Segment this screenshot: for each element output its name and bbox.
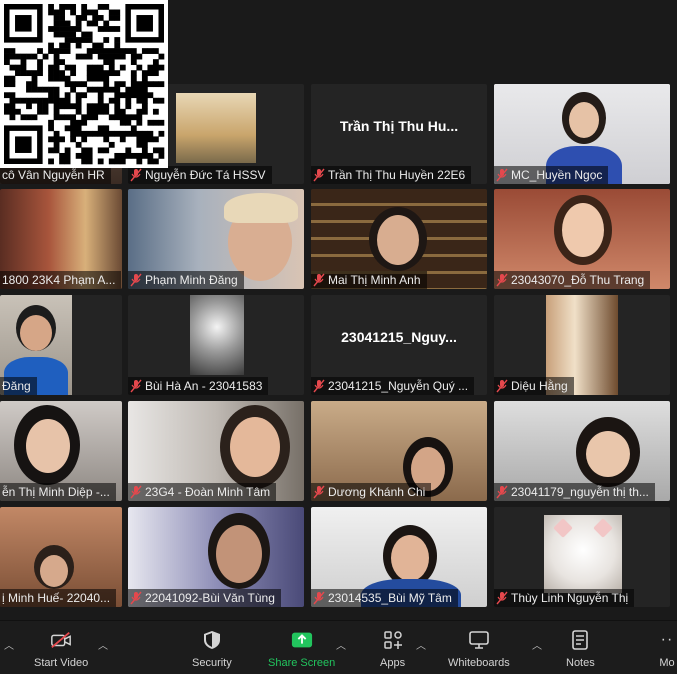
participant-name-label: 23014535_Bùi Mỹ Tâm <box>311 589 458 607</box>
notes-button[interactable]: Notes <box>566 629 595 669</box>
participant-face <box>40 555 68 587</box>
participant-tile[interactable]: 23G4 - Đoàn Minh Tâm <box>128 401 304 501</box>
chevron-up-icon[interactable]: ︿ <box>532 637 542 652</box>
mic-muted-icon <box>130 591 142 605</box>
mic-muted-icon <box>130 485 142 499</box>
video-off-icon <box>50 629 72 651</box>
participant-tile[interactable]: Đăng <box>0 295 122 395</box>
start-video-button[interactable]: Start Video <box>34 629 88 669</box>
participant-tile[interactable]: Diệu Hằng <box>494 295 670 395</box>
participant-face <box>586 431 630 477</box>
participant-face <box>391 535 429 581</box>
start-video-label: Start Video <box>34 657 89 669</box>
chevron-up-icon[interactable]: ︿ <box>336 637 346 652</box>
participant-name-label: ễn Thị Minh Diệp -... <box>0 483 116 501</box>
participant-name-label: 23041179_nguyễn thị th... <box>494 483 655 501</box>
participant-name-label: Nguyễn Đức Tá HSSV <box>128 166 272 184</box>
security-button[interactable]: Security <box>192 629 232 669</box>
participant-tile[interactable]: 23041215_Nguy... 23041215_Nguyễn Quý ... <box>311 295 487 395</box>
shield-icon <box>201 629 223 651</box>
whiteboard-icon <box>468 629 490 651</box>
participant-tile[interactable]: ễn Thị Minh Diệp -... <box>0 401 122 501</box>
meeting-toolbar: ︿ Start Video ︿ Security Share Screen ︿ … <box>0 620 677 674</box>
participant-tile[interactable]: MC_Huyền Ngọc <box>494 84 670 184</box>
participant-tile[interactable]: ị Minh Huế- 22040... <box>0 507 122 607</box>
mic-muted-icon <box>496 379 508 393</box>
mic-muted-icon <box>313 591 325 605</box>
mic-muted-icon <box>313 485 325 499</box>
participant-name-label: Phạm Minh Đăng <box>128 271 244 289</box>
share-screen-label: Share Screen <box>268 657 336 669</box>
security-label: Security <box>192 657 232 669</box>
mic-muted-icon <box>130 273 142 287</box>
apps-button[interactable]: Apps <box>380 629 405 669</box>
participant-tile[interactable]: 23043070_Đỗ Thu Trang <box>494 189 670 289</box>
share-screen-icon <box>291 629 313 651</box>
participant-name-label: Diệu Hằng <box>494 377 574 395</box>
participant-tile[interactable]: 22041092-Bùi Văn Tùng <box>128 507 304 607</box>
participant-name-label: 22041092-Bùi Văn Tùng <box>128 589 281 607</box>
video-feed <box>190 295 244 375</box>
chevron-up-icon[interactable]: ︿ <box>4 637 14 652</box>
qr-code <box>0 0 168 168</box>
mic-muted-icon <box>313 379 325 393</box>
participant-tile[interactable]: Dương Khánh Chi <box>311 401 487 501</box>
participant-name-label: 23041215_Nguyễn Quý ... <box>311 377 475 395</box>
participant-name-label: ị Minh Huế- 22040... <box>0 589 117 607</box>
participant-hair <box>224 193 298 223</box>
mic-muted-icon <box>130 379 142 393</box>
participant-tile[interactable]: Phạm Minh Đăng <box>128 189 304 289</box>
notes-icon <box>569 629 591 651</box>
participant-name-label: Thùy Linh Nguyễn Thị <box>494 589 635 607</box>
participant-display-name: 23041215_Nguy... <box>341 329 457 345</box>
more-label: Mo <box>659 657 675 669</box>
participant-face <box>20 315 52 351</box>
chevron-up-icon[interactable]: ︿ <box>416 637 426 652</box>
participant-face <box>26 419 70 473</box>
chevron-up-icon[interactable]: ︿ <box>98 637 108 652</box>
participant-name-label: Bùi Hà An - 23041583 <box>128 377 269 395</box>
mic-muted-icon <box>496 485 508 499</box>
participant-face <box>562 203 604 257</box>
participant-face <box>569 102 599 138</box>
whiteboards-button[interactable]: Whiteboards <box>448 629 510 669</box>
mic-muted-icon <box>313 168 325 182</box>
video-grid: cô Vân Nguyễn HR Nguyễn Đức Tá HSSV Trần… <box>0 0 677 620</box>
more-button[interactable]: ·· Mo <box>656 629 677 669</box>
apps-label: Apps <box>380 657 406 669</box>
participant-name-label: 23043070_Đỗ Thu Trang <box>494 271 651 289</box>
whiteboards-label: Whiteboards <box>448 657 510 669</box>
mic-muted-icon <box>313 273 325 287</box>
participant-tile[interactable]: Trần Thị Thu Hu... Trần Thị Thu Huyền 22… <box>311 84 487 184</box>
participant-tile[interactable]: 23014535_Bùi Mỹ Tâm <box>311 507 487 607</box>
participant-tile[interactable]: 1800 23K4 Phạm A... <box>0 189 122 289</box>
participant-name-label: Đăng <box>0 377 37 395</box>
participant-name-label: Mai Thị Minh Anh <box>311 271 427 289</box>
apps-icon <box>382 629 404 651</box>
participant-face <box>216 525 262 583</box>
participant-name-label: 1800 23K4 Phạm A... <box>0 271 122 289</box>
mic-muted-icon <box>496 273 508 287</box>
participant-name-label: Trần Thị Thu Huyền 22E6 <box>311 166 472 184</box>
more-icon: ·· <box>660 631 674 648</box>
participant-tile[interactable]: Mai Thị Minh Anh <box>311 189 487 289</box>
participant-tile[interactable]: 23041179_nguyễn thị th... <box>494 401 670 501</box>
participant-tile[interactable]: Bùi Hà An - 23041583 <box>128 295 304 395</box>
participant-face <box>377 215 419 265</box>
participant-tile[interactable]: Thùy Linh Nguyễn Thị <box>494 507 670 607</box>
participant-name-label: MC_Huyền Ngọc <box>494 166 609 184</box>
participant-face <box>230 417 280 477</box>
mic-muted-icon <box>496 591 508 605</box>
participant-name-label: cô Vân Nguyễn HR <box>0 166 111 184</box>
participant-display-name: Trần Thị Thu Hu... <box>339 118 459 134</box>
participant-name-label: Dương Khánh Chi <box>311 483 432 501</box>
video-feed <box>176 93 256 163</box>
participant-name-label: 23G4 - Đoàn Minh Tâm <box>128 483 277 501</box>
mic-muted-icon <box>496 168 508 182</box>
share-screen-button[interactable]: Share Screen <box>268 629 335 669</box>
mic-muted-icon <box>130 168 142 182</box>
notes-label: Notes <box>566 657 595 669</box>
